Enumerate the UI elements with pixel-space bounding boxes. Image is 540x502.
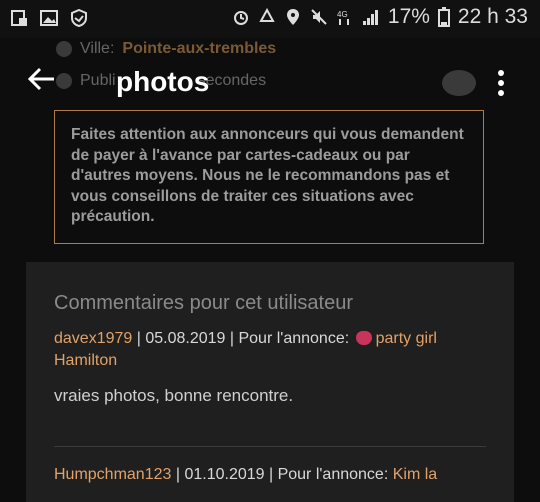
image-icon xyxy=(40,10,58,26)
status-bar: 4G 17% 22 h 33 xyxy=(0,0,540,38)
app-bar: photos xyxy=(0,52,540,108)
divider xyxy=(54,446,486,447)
comment-item: davex1979 | 05.08.2019 | Pour l'annonce:… xyxy=(54,330,437,369)
ad-link[interactable]: Kim la xyxy=(393,466,437,483)
page-title: photos xyxy=(116,66,210,97)
comment-text: vraies photos, bonne rencontre. xyxy=(54,386,294,405)
hidden-button xyxy=(442,70,476,96)
mute-icon xyxy=(311,9,327,25)
clock: 22 h 33 xyxy=(457,5,528,28)
recycle-icon xyxy=(259,8,275,22)
devil-emoji-icon xyxy=(355,331,372,345)
status-right-icons: 4G 17% 22 h 33 xyxy=(232,5,528,29)
ad-prefix: Pour l'annonce: xyxy=(277,466,389,483)
svg-text:4G: 4G xyxy=(337,10,348,19)
alarm-icon xyxy=(233,11,248,25)
comment-date: 05.08.2019 xyxy=(145,330,226,347)
comment-item: Humpchman123 | 01.10.2019 | Pour l'annon… xyxy=(54,466,438,483)
comment-author[interactable]: Humpchman123 xyxy=(54,466,171,483)
ad-link-cont[interactable]: Hamilton xyxy=(54,352,117,369)
back-arrow-icon[interactable] xyxy=(26,64,56,94)
more-options-icon[interactable] xyxy=(498,70,504,100)
battery-icon xyxy=(437,7,450,27)
comment-author[interactable]: davex1979 xyxy=(54,330,132,347)
ad-prefix: Pour l'annonce: xyxy=(238,330,350,347)
data-4g-icon: 4G xyxy=(337,10,349,25)
battery-percent: 17% xyxy=(387,5,430,28)
comments-panel: Commentaires pour cet utilisateur davex1… xyxy=(26,262,514,502)
status-left-icons xyxy=(10,9,88,27)
shield-icon xyxy=(71,9,87,27)
ad-link[interactable]: party girl xyxy=(376,330,437,347)
warning-text: Faites attention aux annonceurs qui vous… xyxy=(71,126,464,225)
comment-date: 01.10.2019 xyxy=(184,466,265,483)
location-icon xyxy=(286,9,299,25)
signal-icon xyxy=(362,10,378,25)
screenshot-icon xyxy=(11,10,27,26)
comments-heading: Commentaires pour cet utilisateur xyxy=(54,292,354,314)
safety-warning: Faites attention aux annonceurs qui vous… xyxy=(54,110,484,244)
